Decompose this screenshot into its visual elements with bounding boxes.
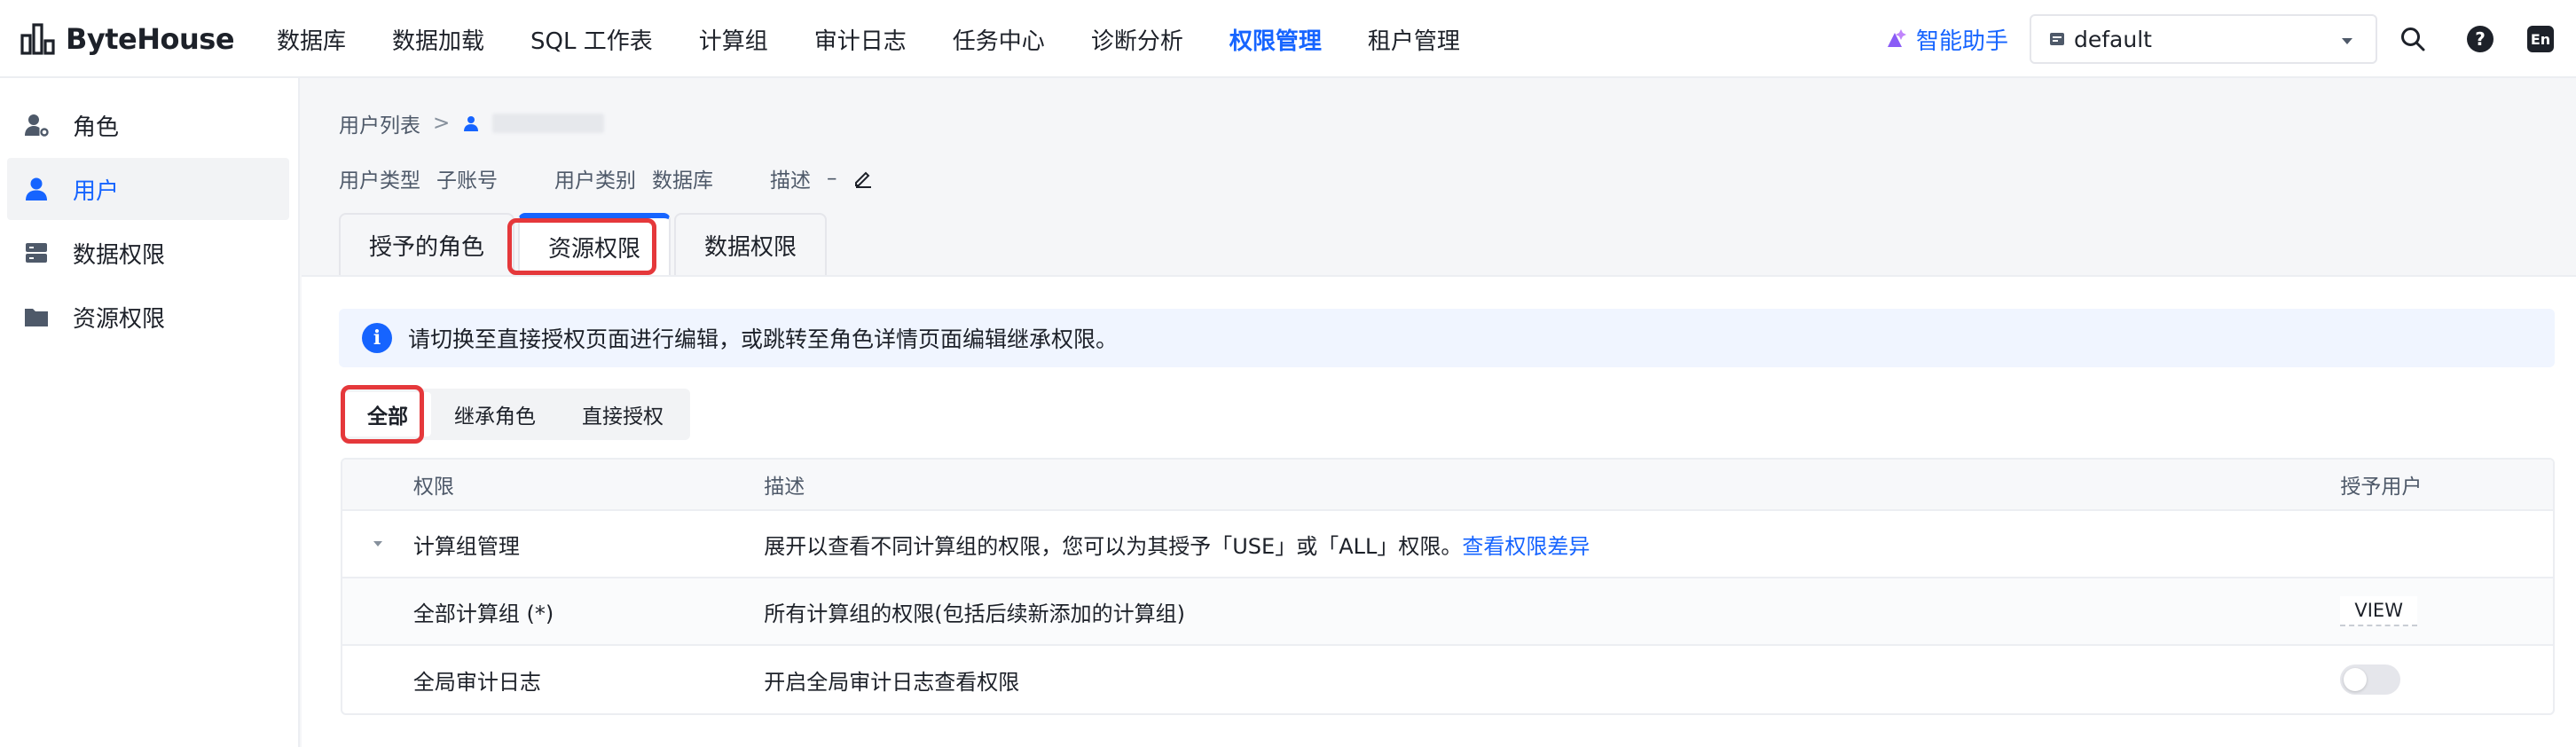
user-type: 用户类型 子账号 <box>339 169 498 193</box>
filter-direct-grant[interactable]: 直接授权 <box>559 392 687 436</box>
resource-permissions-panel: i 请切换至直接授权页面进行编辑，或跳转至角色详情页面编辑继承权限。 全部 继承… <box>302 275 2576 747</box>
sidebar: 角色 用户 数据权限 资源权限 <box>0 78 300 747</box>
nav-item-sql-worksheet[interactable]: SQL 工作表 <box>530 23 653 56</box>
breadcrumb-separator: > <box>433 112 451 135</box>
column-header-permission: 权限 <box>412 476 454 499</box>
bytehouse-logo-icon <box>20 23 55 55</box>
collapse-caret-icon[interactable] <box>371 537 385 551</box>
main-content: 用户列表 > 用户类型 子账号 用户类别 数据库 描述 – 授予的角色 资源权限… <box>302 78 2576 747</box>
nav-item-database[interactable]: 数据库 <box>277 23 346 56</box>
search-icon <box>2401 28 2425 51</box>
user-header: 用户列表 > 用户类型 子账号 用户类别 数据库 描述 – 授予的角色 资源权限… <box>302 78 2576 275</box>
user-icon <box>464 116 479 131</box>
language-button[interactable]: En <box>2525 23 2556 55</box>
nav-item-tenant-management[interactable]: 租户管理 <box>1368 23 1460 56</box>
table-row: 全部计算组 (*) 所有计算组的权限(包括后续新添加的计算组) VIEW <box>342 578 2553 646</box>
main-nav: 数据库 数据加载 SQL 工作表 计算组 审计日志 任务中心 诊断分析 权限管理… <box>277 0 1506 78</box>
assistant-label: 智能助手 <box>1916 28 2009 55</box>
help-button[interactable]: ? <box>2464 23 2496 55</box>
filter-inherited-roles[interactable]: 继承角色 <box>431 392 559 436</box>
user-gear-icon <box>25 114 49 137</box>
permission-name: 全局审计日志 <box>412 669 541 695</box>
app-name: ByteHouse <box>66 22 235 56</box>
nav-item-diagnostics[interactable]: 诊断分析 <box>1091 23 1183 56</box>
permission-name: 全部计算组 (*) <box>412 601 554 626</box>
column-header-grant: 授予用户 <box>2340 476 2423 499</box>
sidebar-item-data-permissions[interactable]: 数据权限 <box>7 222 289 284</box>
tab-granted-roles[interactable]: 授予的角色 <box>339 213 515 275</box>
sparkle-icon <box>1888 29 1906 47</box>
alert-text: 请切换至直接授权页面进行编辑，或跳转至角色详情页面编辑继承权限。 <box>408 326 1119 352</box>
grant-level-select[interactable]: VIEW <box>2340 596 2417 626</box>
nav-item-data-loading[interactable]: 数据加载 <box>392 23 484 56</box>
folder-icon <box>25 309 48 326</box>
info-alert: i 请切换至直接授权页面进行编辑，或跳转至角色详情页面编辑继承权限。 <box>339 309 2555 367</box>
search-button[interactable] <box>2397 23 2429 55</box>
detail-tabs: 授予的角色 资源权限 数据权限 <box>339 213 828 275</box>
sidebar-item-resource-permissions[interactable]: 资源权限 <box>7 286 289 348</box>
permission-table: 权限 描述 授予用户 计算组管理 展开以查看不同计算组的权限，您可以为其授予「U… <box>341 458 2555 715</box>
permission-description: 所有计算组的权限(包括后续新添加的计算组) <box>764 601 1185 626</box>
edit-icon[interactable] <box>853 169 873 188</box>
table-header: 权限 描述 授予用户 <box>342 460 2553 511</box>
user-category: 用户类别 数据库 <box>554 169 713 193</box>
permission-description: 展开以查看不同计算组的权限，您可以为其授予「USE」或「ALL」权限。查看权限差… <box>764 533 1590 559</box>
sidebar-item-label: 资源权限 <box>73 305 166 333</box>
user-icon <box>26 177 47 201</box>
sidebar-item-label: 用户 <box>73 177 120 205</box>
app-logo[interactable]: ByteHouse <box>20 20 235 59</box>
nav-item-permission-management[interactable]: 权限管理 <box>1229 23 1322 56</box>
database-icon <box>26 243 47 263</box>
view-permission-diff-link[interactable]: 查看权限差异 <box>1462 534 1590 559</box>
language-icon: En <box>2527 26 2554 52</box>
permission-source-filter: 全部 继承角色 直接授权 <box>341 389 690 440</box>
workspace-icon <box>2050 33 2064 45</box>
sidebar-item-users[interactable]: 用户 <box>7 158 289 220</box>
user-meta: 用户类型 子账号 用户类别 数据库 描述 – <box>339 163 873 193</box>
help-icon: ? <box>2467 26 2494 52</box>
permission-description: 开启全局审计日志查看权限 <box>764 669 1020 695</box>
nav-item-audit-log[interactable]: 审计日志 <box>814 23 907 56</box>
nav-item-compute-group[interactable]: 计算组 <box>699 23 768 56</box>
tab-data-permissions[interactable]: 数据权限 <box>674 213 828 275</box>
sidebar-item-label: 数据权限 <box>73 241 166 269</box>
column-header-description: 描述 <box>764 476 805 499</box>
permission-name: 计算组管理 <box>412 533 520 559</box>
table-row: 全局审计日志 开启全局审计日志查看权限 <box>342 646 2553 713</box>
grant-toggle[interactable] <box>2340 664 2401 695</box>
workspace-value: default <box>2074 26 2152 52</box>
nav-item-task-center[interactable]: 任务中心 <box>953 23 1045 56</box>
workspace-select[interactable]: default <box>2030 14 2377 64</box>
filter-all[interactable]: 全部 <box>344 392 431 436</box>
assistant-button[interactable]: 智能助手 <box>1884 20 2008 59</box>
breadcrumb: 用户列表 > <box>339 108 605 138</box>
breadcrumb-user-list[interactable]: 用户列表 <box>339 108 420 138</box>
top-bar: ByteHouse 数据库 数据加载 SQL 工作表 计算组 审计日志 任务中心… <box>0 0 2576 78</box>
table-row: 计算组管理 展开以查看不同计算组的权限，您可以为其授予「USE」或「ALL」权限… <box>342 511 2553 578</box>
sidebar-item-roles[interactable]: 角色 <box>7 94 289 156</box>
chevron-down-icon <box>2342 38 2352 44</box>
sidebar-item-label: 角色 <box>73 114 120 141</box>
breadcrumb-username-redacted <box>492 114 605 133</box>
user-description: 描述 – <box>770 163 873 193</box>
tab-resource-permissions[interactable]: 资源权限 <box>518 213 671 275</box>
info-icon: i <box>362 323 392 353</box>
